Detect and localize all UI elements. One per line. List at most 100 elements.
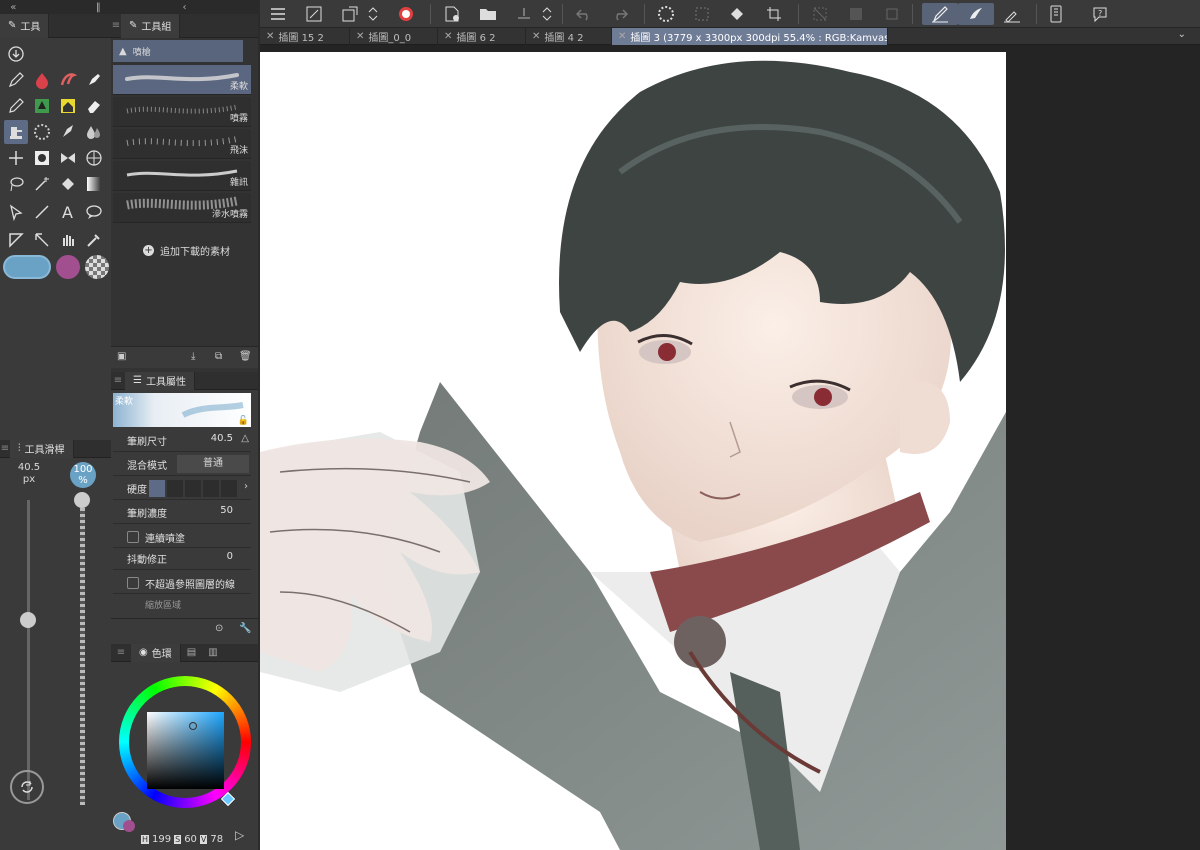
green-shield-tool-icon[interactable] — [30, 94, 54, 118]
subtool-tab[interactable]: ✎ 工具組 — [121, 13, 181, 38]
close-icon[interactable]: ✕ — [356, 31, 364, 42]
lasso-tool-icon[interactable] — [4, 172, 28, 196]
text-tool-icon[interactable]: A — [56, 200, 80, 224]
redo-icon[interactable] — [608, 3, 632, 25]
pattern-tool-icon[interactable] — [30, 146, 54, 170]
brush-size-slider-handle[interactable] — [20, 612, 36, 628]
tool-slider-tab[interactable]: ⫶ 工具滑桿 — [10, 439, 74, 458]
close-icon[interactable]: ✕ — [532, 31, 540, 42]
document-tab[interactable]: ✕ 插圖 15 2 — [260, 28, 350, 45]
artwork-canvas[interactable] — [260, 52, 1006, 850]
opacity-slider-handle[interactable] — [74, 492, 90, 508]
sub-color-swatch[interactable] — [123, 820, 135, 832]
fill-tool-icon[interactable] — [56, 172, 80, 196]
collapse-toggle-left[interactable]: « ‖ — [0, 0, 111, 14]
perspective-tool-icon[interactable] — [82, 146, 106, 170]
color-history-tab-icon[interactable]: ▥ — [202, 647, 223, 658]
reference-layer-row[interactable]: 不超過參照圖層的線 — [113, 572, 251, 594]
saturation-value-square[interactable] — [147, 712, 224, 789]
close-icon[interactable]: ✕ — [618, 31, 626, 42]
layer-icon[interactable] — [338, 3, 362, 25]
brush-stabilizer-icon[interactable] — [958, 3, 994, 25]
download-icon[interactable] — [4, 42, 28, 66]
stabilization-row[interactable]: 抖動修正 0 — [113, 548, 251, 570]
duplicate-icon[interactable]: ⧉ — [215, 351, 222, 362]
blend-mode-select[interactable]: 普通 — [177, 455, 249, 473]
texture-tool-icon[interactable] — [30, 120, 54, 144]
continuous-spray-checkbox[interactable] — [127, 531, 139, 543]
continuous-spray-row[interactable]: 連續噴塗 — [113, 526, 251, 548]
sparkle-tool-icon[interactable] — [4, 146, 28, 170]
brush-size-slider[interactable] — [20, 500, 36, 800]
triangle-icon[interactable]: △ — [241, 433, 249, 444]
ink-drop-tool-icon[interactable] — [30, 68, 54, 92]
eraser-tool-icon[interactable] — [82, 94, 106, 118]
magic-wand-tool-icon[interactable] — [30, 172, 54, 196]
tab-list-chevron-icon[interactable]: ⌄ — [1178, 29, 1186, 40]
ruler-pen-icon[interactable] — [1000, 3, 1024, 25]
marker-tool-icon[interactable] — [82, 68, 106, 92]
subtool-item-splatter[interactable]: 飛沫 — [113, 129, 251, 159]
lock-icon[interactable]: 🔓 — [238, 416, 249, 426]
fill-bucket-icon[interactable] — [726, 3, 750, 25]
stabilization-value[interactable]: 0 — [227, 551, 233, 562]
reset-icon[interactable]: ⊙ — [215, 623, 223, 634]
document-tab-active[interactable]: ✕ 插圖 3 (3779 x 3300px 300dpi 55.4% : RGB:… — [612, 28, 888, 45]
chevron-right-icon[interactable]: › — [244, 481, 248, 492]
smartphone-icon[interactable] — [1044, 3, 1068, 25]
add-material-button[interactable]: + 追加下載的素材 — [143, 243, 230, 258]
trash-icon[interactable]: 🗑 — [239, 351, 252, 362]
correct-line-tool-icon[interactable] — [30, 228, 54, 252]
airbrush-tool-icon[interactable] — [4, 120, 28, 144]
reference-layer-checkbox[interactable] — [127, 577, 139, 589]
updown-icon[interactable] — [366, 3, 380, 25]
frame-tool-icon[interactable] — [4, 228, 28, 252]
rotate-canvas-icon[interactable] — [10, 770, 44, 804]
invert-selection-icon[interactable] — [844, 3, 868, 25]
sub-color-chip[interactable] — [56, 255, 80, 279]
color-wheel-tab[interactable]: ◉ 色環 — [131, 643, 181, 662]
wrench-icon[interactable]: 🔧 — [239, 623, 251, 634]
density-row[interactable]: 筆刷濃度 50 — [113, 502, 251, 524]
document-tab[interactable]: ✕ 插圖 4 2 — [526, 28, 612, 45]
subtool-item-noise[interactable]: 雜訊 — [113, 161, 251, 191]
deselect-icon[interactable] — [808, 3, 832, 25]
open-folder-icon[interactable] — [476, 3, 500, 25]
eyedropper-tool-icon[interactable] — [82, 228, 106, 252]
tool-property-tab[interactable]: ☰ 工具屬性 — [125, 371, 195, 390]
subtool-item-spray[interactable]: 噴霧 — [113, 97, 251, 127]
brush-stroke-tool-icon[interactable] — [56, 68, 80, 92]
subtool-item-wet-spray[interactable]: 滲水噴霧 — [113, 193, 251, 223]
undo-icon[interactable] — [572, 3, 596, 25]
ribbon-tool-icon[interactable] — [56, 146, 80, 170]
clear-icon[interactable] — [690, 3, 714, 25]
subtool-group[interactable]: ▲ 噴槍 — [113, 40, 243, 62]
crop-icon[interactable] — [762, 3, 786, 25]
tool-tab[interactable]: ✎ 工具 — [0, 13, 50, 38]
decoration-tool-icon[interactable] — [56, 120, 80, 144]
export-icon[interactable] — [512, 3, 536, 25]
house-tool-icon[interactable] — [56, 94, 80, 118]
pen-tool-icon[interactable] — [4, 68, 28, 92]
new-file-icon[interactable] — [440, 3, 464, 25]
pen-stabilizer-icon[interactable] — [922, 3, 958, 25]
menu-icon[interactable] — [266, 3, 290, 25]
opacity-slider[interactable] — [74, 492, 90, 805]
brush-size-value[interactable]: 40.5 — [211, 433, 233, 444]
collapse-toggle-sub[interactable]: ‹ — [111, 0, 258, 14]
subtool-settings-icon[interactable]: ▣ — [117, 351, 126, 362]
gradient-tool-icon[interactable] — [82, 172, 106, 196]
document-tab[interactable]: ✕ 插圖 6 2 — [438, 28, 526, 45]
hardness-selector[interactable] — [149, 480, 237, 497]
close-icon[interactable]: ✕ — [444, 31, 452, 42]
loading-icon[interactable] — [654, 3, 678, 25]
transparent-color-chip[interactable] — [85, 255, 109, 279]
pencil-tool-icon[interactable] — [4, 94, 28, 118]
blend-tool-icon[interactable] — [82, 120, 106, 144]
document-tab[interactable]: ✕ 插圖_0_0 — [350, 28, 438, 45]
help-icon[interactable]: ? — [1088, 3, 1112, 25]
sv-picker-handle[interactable] — [189, 722, 197, 730]
play-icon[interactable]: ▷ — [235, 828, 244, 842]
color-set-tab-icon[interactable]: ▤ — [181, 647, 202, 658]
subtool-item-soft[interactable]: 柔軟 — [113, 65, 251, 95]
